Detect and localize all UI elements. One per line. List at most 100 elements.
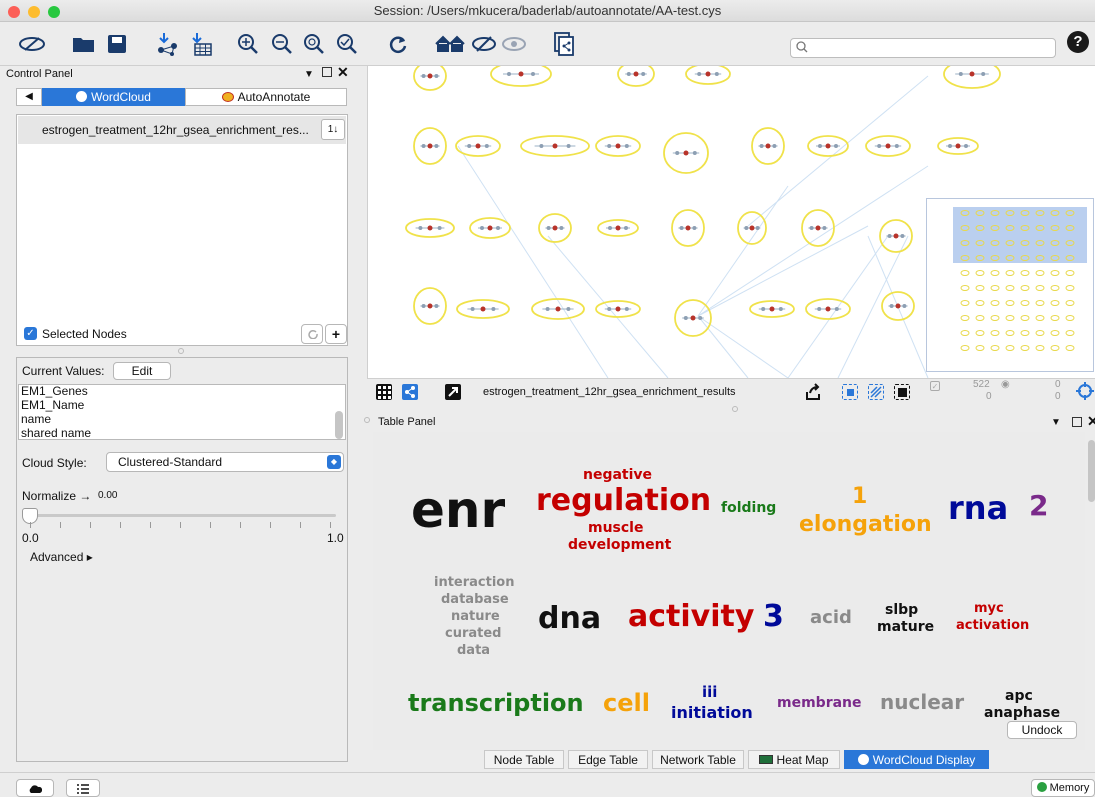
splitter-handle[interactable]: [732, 406, 738, 412]
cloud-word[interactable]: anaphase: [984, 705, 1060, 721]
network-node[interactable]: [887, 234, 892, 238]
scrollbar[interactable]: [1088, 440, 1095, 502]
network-node[interactable]: [825, 306, 831, 312]
network-node[interactable]: [692, 151, 697, 155]
network-node[interactable]: [434, 144, 439, 148]
cloud-word[interactable]: slbp: [885, 602, 918, 618]
refresh-cloud-button[interactable]: [301, 324, 323, 344]
cloud-word[interactable]: rna: [948, 490, 1008, 527]
cloud-word[interactable]: 1: [852, 484, 867, 509]
network-node[interactable]: [427, 303, 433, 309]
zoom-in-icon[interactable]: [234, 30, 262, 58]
close-window-button[interactable]: [8, 6, 20, 18]
network-overview[interactable]: [926, 198, 1094, 372]
checkbox-icon[interactable]: ✓: [930, 381, 940, 391]
network-node[interactable]: [615, 143, 621, 149]
network-node[interactable]: [470, 307, 475, 311]
network-node[interactable]: [418, 226, 423, 230]
cloud-word[interactable]: muscle: [588, 520, 643, 536]
cloud-style-select[interactable]: Clustered-Standard ◆: [106, 452, 344, 472]
network-node[interactable]: [421, 74, 426, 78]
share-network-icon[interactable]: [402, 384, 418, 400]
network-node[interactable]: [546, 226, 551, 230]
cloud-word[interactable]: mature: [877, 619, 934, 635]
detach-view-icon[interactable]: [445, 384, 461, 400]
network-node[interactable]: [624, 226, 628, 230]
network-node[interactable]: [894, 144, 899, 148]
network-node[interactable]: [759, 144, 764, 148]
cloud-word[interactable]: myc: [974, 601, 1004, 617]
tab-wordcloud-display[interactable]: WordCloud Display: [844, 750, 989, 769]
cloud-word[interactable]: negative: [583, 467, 652, 483]
network-node[interactable]: [480, 306, 486, 312]
share-icon[interactable]: [804, 383, 822, 404]
network-node[interactable]: [834, 144, 838, 148]
network-node[interactable]: [698, 316, 703, 320]
network-node[interactable]: [755, 226, 760, 230]
select-edges-icon[interactable]: [868, 384, 884, 400]
network-node[interactable]: [427, 73, 433, 79]
network-node[interactable]: [552, 143, 558, 149]
panel-menu-icon[interactable]: ▼: [1051, 417, 1061, 428]
eye-slash-icon[interactable]: [18, 30, 46, 58]
zoom-window-button[interactable]: [48, 6, 60, 18]
network-node[interactable]: [608, 226, 612, 230]
network-node[interactable]: [641, 72, 646, 76]
network-node[interactable]: [815, 225, 821, 231]
network-node[interactable]: [893, 233, 899, 239]
network-node[interactable]: [948, 144, 952, 148]
network-node[interactable]: [615, 306, 621, 312]
cloud-word[interactable]: 2: [1029, 489, 1048, 522]
tab-wordcloud[interactable]: WordCloud: [42, 88, 185, 106]
cloud-status-button[interactable]: [16, 779, 54, 797]
cloud-word[interactable]: database: [441, 592, 509, 608]
network-node[interactable]: [749, 225, 755, 231]
select-annotations-icon[interactable]: [894, 384, 910, 400]
network-node[interactable]: [825, 143, 831, 149]
cloud-word[interactable]: activation: [956, 618, 1029, 634]
tab-heat-map[interactable]: Heat Map: [748, 750, 840, 769]
cloud-word[interactable]: 3: [763, 599, 784, 635]
network-node[interactable]: [518, 71, 524, 77]
network-node[interactable]: [683, 150, 689, 156]
add-cloud-button[interactable]: +: [325, 324, 347, 344]
network-node[interactable]: [437, 226, 442, 230]
selected-nodes-checkbox[interactable]: ✓: [24, 327, 37, 340]
search-input[interactable]: [790, 38, 1056, 58]
tab-edge-table[interactable]: Edge Table: [568, 750, 648, 769]
scrollbar[interactable]: [335, 411, 343, 439]
cloud-word[interactable]: nuclear: [880, 691, 964, 714]
network-node[interactable]: [772, 144, 777, 148]
panel-menu-icon[interactable]: ▼: [304, 69, 314, 80]
cloud-word[interactable]: elongation: [799, 512, 932, 537]
network-node[interactable]: [484, 144, 489, 148]
network-node[interactable]: [507, 72, 511, 76]
cloud-word[interactable]: iii: [702, 683, 717, 701]
attribute-list[interactable]: EM1_Genes EM1_Name name shared name: [18, 384, 346, 440]
network-node[interactable]: [778, 307, 783, 311]
network-node[interactable]: [421, 144, 426, 148]
network-node[interactable]: [496, 226, 500, 230]
cloud-word[interactable]: folding: [721, 500, 776, 516]
network-node[interactable]: [955, 143, 961, 149]
network-node[interactable]: [877, 144, 882, 148]
network-node[interactable]: [690, 315, 696, 321]
list-item[interactable]: shared name: [21, 426, 91, 439]
save-icon[interactable]: [103, 30, 131, 58]
cloud-word[interactable]: curated: [445, 626, 501, 642]
show-icon[interactable]: [500, 30, 528, 58]
import-table-icon[interactable]: [187, 30, 215, 58]
navigate-icon[interactable]: [1076, 382, 1094, 403]
folder-open-icon[interactable]: [70, 30, 98, 58]
edit-button[interactable]: Edit: [113, 362, 171, 380]
minimize-window-button[interactable]: [28, 6, 40, 18]
network-node[interactable]: [607, 144, 612, 148]
network-node[interactable]: [744, 226, 749, 230]
network-node[interactable]: [958, 72, 963, 76]
network-node[interactable]: [769, 306, 775, 312]
network-node[interactable]: [491, 307, 496, 311]
network-node[interactable]: [555, 306, 561, 312]
cloud-word[interactable]: regulation: [536, 483, 711, 519]
zoom-out-icon[interactable]: [268, 30, 296, 58]
cloud-word[interactable]: activity: [628, 599, 754, 635]
